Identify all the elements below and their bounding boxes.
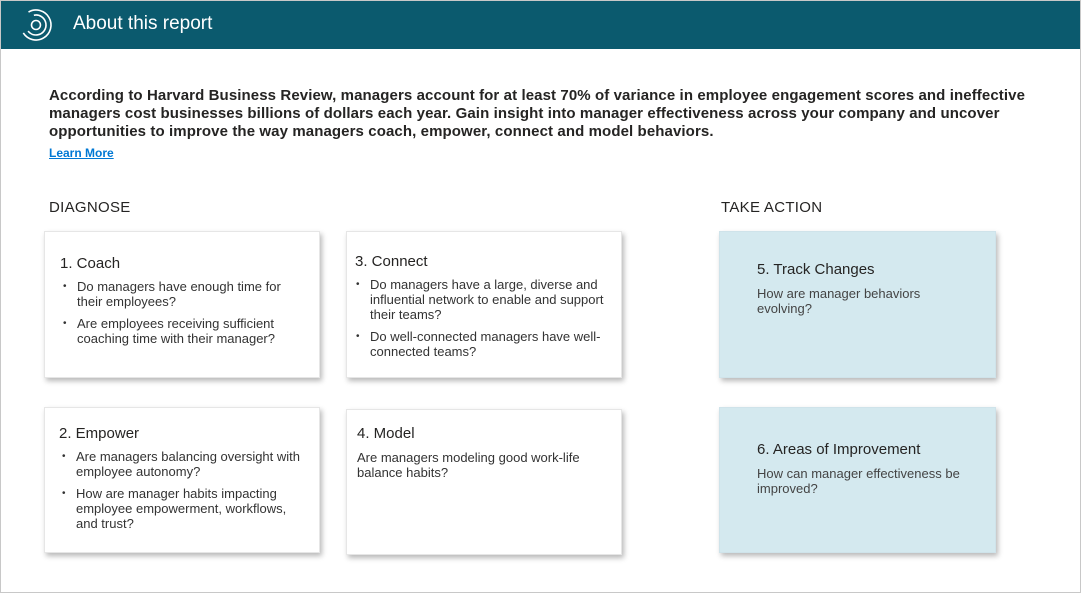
- report-page: About this report According to Harvard B…: [0, 0, 1081, 593]
- track-changes-card-title: 5. Track Changes: [757, 261, 875, 278]
- list-item: Are managers balancing oversight with em…: [59, 449, 307, 479]
- learn-more-link[interactable]: Learn More: [49, 146, 114, 160]
- list-item: How are manager habits impacting employe…: [59, 486, 307, 531]
- list-item: Do managers have enough time for their e…: [60, 279, 305, 309]
- coach-card-list: Do managers have enough time for their e…: [60, 279, 305, 353]
- areas-of-improvement-card[interactable]: 6. Areas of Improvement How can manager …: [719, 407, 996, 553]
- model-card-title: 4. Model: [357, 425, 415, 442]
- connect-card-title: 3. Connect: [355, 253, 428, 270]
- coach-card[interactable]: 1. Coach Do managers have enough time fo…: [44, 231, 320, 378]
- diagnose-heading: DIAGNOSE: [49, 199, 131, 216]
- report-logo-icon: [20, 9, 52, 41]
- connect-card-list: Do managers have a large, diverse and in…: [353, 277, 608, 366]
- areas-of-improvement-card-title: 6. Areas of Improvement: [757, 441, 921, 458]
- coach-card-title: 1. Coach: [60, 255, 121, 272]
- empower-card[interactable]: 2. Empower Are managers balancing oversi…: [44, 407, 320, 553]
- track-changes-card[interactable]: 5. Track Changes How are manager behavio…: [719, 231, 996, 378]
- model-card[interactable]: 4. Model Are managers modeling good work…: [346, 409, 622, 555]
- empower-card-title: 2. Empower: [59, 425, 140, 442]
- model-card-text: Are managers modeling good work-life bal…: [357, 450, 580, 480]
- track-changes-card-text: How are manager behaviors evolving?: [757, 286, 921, 316]
- list-item: Do managers have a large, diverse and in…: [353, 277, 608, 322]
- take-action-heading: TAKE ACTION: [721, 199, 823, 216]
- header-bar: About this report: [1, 1, 1080, 49]
- connect-card[interactable]: 3. Connect Do managers have a large, div…: [346, 231, 622, 378]
- empower-card-list: Are managers balancing oversight with em…: [59, 449, 307, 538]
- page-title: About this report: [73, 13, 213, 34]
- list-item: Are employees receiving sufficient coach…: [60, 316, 305, 346]
- list-item: Do well-connected managers have well-con…: [353, 329, 608, 359]
- areas-of-improvement-card-text: How can manager effectiveness be improve…: [757, 466, 960, 496]
- intro-text: According to Harvard Business Review, ma…: [49, 87, 1026, 140]
